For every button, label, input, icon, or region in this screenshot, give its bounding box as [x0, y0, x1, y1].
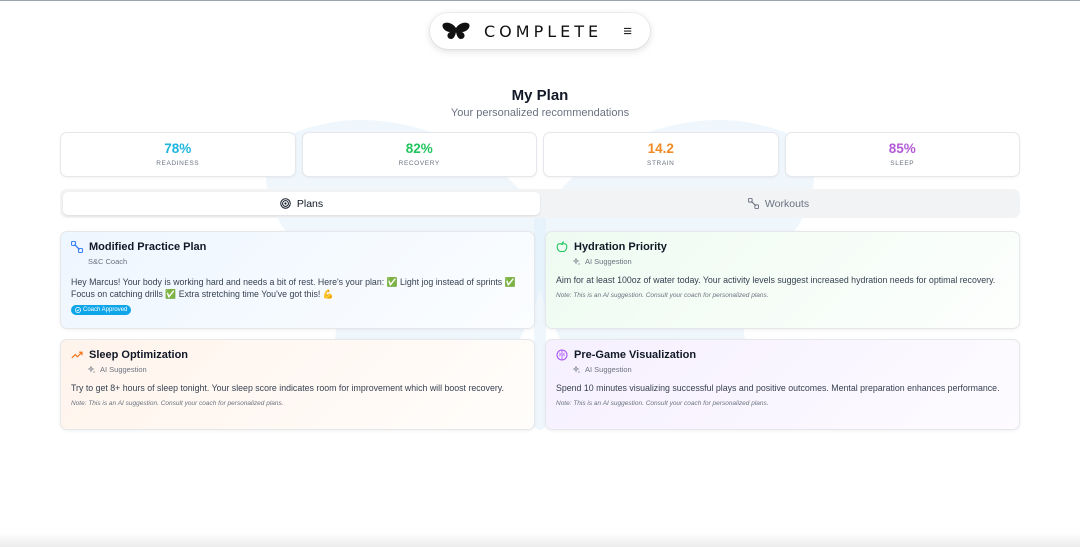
stat-recovery: 82% RECOVERY: [301, 132, 537, 177]
app-header: COMPLETE ≡: [430, 13, 650, 49]
card-author: AI Suggestion: [88, 365, 524, 374]
trending-up-icon: [71, 349, 83, 361]
card-body: Spend 10 minutes visualizing successful …: [556, 383, 1000, 393]
card-author: AI Suggestion: [573, 365, 1009, 374]
stat-label: RECOVERY: [398, 160, 440, 168]
card-title: Modified Practice Plan: [89, 241, 207, 253]
dumbbell-icon: [71, 241, 83, 253]
card-modified-practice-plan[interactable]: Modified Practice Plan S&C Coach Hey Mar…: [60, 231, 535, 329]
card-author: AI Suggestion: [573, 257, 1009, 266]
plan-tabs: Plans Workouts: [60, 189, 1020, 218]
bottom-shadow: [0, 533, 1080, 547]
card-author-label: AI Suggestion: [585, 365, 632, 374]
card-author-label: AI Suggestion: [585, 257, 632, 266]
badge-label: Coach Approved: [83, 307, 128, 313]
card-title: Pre-Game Visualization: [574, 349, 697, 361]
card-body: Try to get 8+ hours of sleep tonight. Yo…: [71, 383, 504, 393]
card-title: Hydration Priority: [574, 241, 667, 253]
window-top-border: [0, 0, 1080, 1]
stat-sleep: 85% SLEEP: [784, 132, 1020, 177]
stat-value: 78%: [164, 140, 192, 156]
stat-value: 14.2: [647, 140, 674, 156]
brain-icon: [556, 349, 568, 361]
sparkles-icon: [573, 365, 581, 373]
card-author-label: AI Suggestion: [100, 365, 147, 374]
ai-disclaimer: Note: This is an AI suggestion. Consult …: [71, 400, 284, 407]
card-sleep-optimization[interactable]: Sleep Optimization AI Suggestion Try to …: [60, 339, 535, 430]
card-author-label: S&C Coach: [88, 257, 128, 266]
tab-label: Workouts: [764, 197, 810, 210]
target-icon: [280, 198, 291, 209]
stat-value: 82%: [405, 140, 433, 156]
card-author: S&C Coach: [88, 257, 524, 266]
sparkles-icon: [573, 257, 581, 265]
apple-icon: [556, 241, 568, 253]
card-hydration-priority[interactable]: Hydration Priority AI Suggestion Aim for…: [545, 231, 1020, 329]
dumbbell-icon: [747, 198, 759, 209]
stat-label: STRAIN: [647, 160, 675, 168]
stat-value: 85%: [888, 140, 916, 156]
hamburger-menu-icon[interactable]: ≡: [623, 24, 632, 39]
stat-label: READINESS: [156, 160, 200, 168]
card-title: Sleep Optimization: [89, 349, 189, 361]
brand-name: COMPLETE: [484, 21, 603, 41]
ai-disclaimer: Note: This is an AI suggestion. Consult …: [556, 292, 769, 299]
stat-strain: 14.2 STRAIN: [543, 132, 779, 177]
page-title: My Plan: [511, 87, 569, 104]
tab-workouts[interactable]: Workouts: [540, 192, 1017, 215]
stat-label: SLEEP: [890, 160, 915, 168]
tab-label: Plans: [296, 197, 324, 210]
check-circle-icon: [75, 307, 81, 313]
recommendation-cards: Modified Practice Plan S&C Coach Hey Mar…: [60, 231, 1020, 430]
ai-disclaimer: Note: This is an AI suggestion. Consult …: [556, 400, 769, 407]
card-body: Aim for at least 100oz of water today. Y…: [556, 275, 996, 285]
stats-row: 78% READINESS 82% RECOVERY 14.2 STRAIN 8…: [60, 132, 1020, 177]
stat-readiness: 78% READINESS: [60, 132, 296, 177]
tab-plans[interactable]: Plans: [63, 192, 540, 215]
card-body: Hey Marcus! Your body is working hard an…: [71, 277, 516, 299]
coach-approved-badge: Coach Approved: [71, 305, 132, 315]
sparkles-icon: [88, 365, 96, 373]
card-pre-game-visualization[interactable]: Pre-Game Visualization AI Suggestion Spe…: [545, 339, 1020, 430]
page-subtitle: Your personalized recommendations: [450, 107, 630, 119]
butterfly-icon: [442, 22, 470, 39]
